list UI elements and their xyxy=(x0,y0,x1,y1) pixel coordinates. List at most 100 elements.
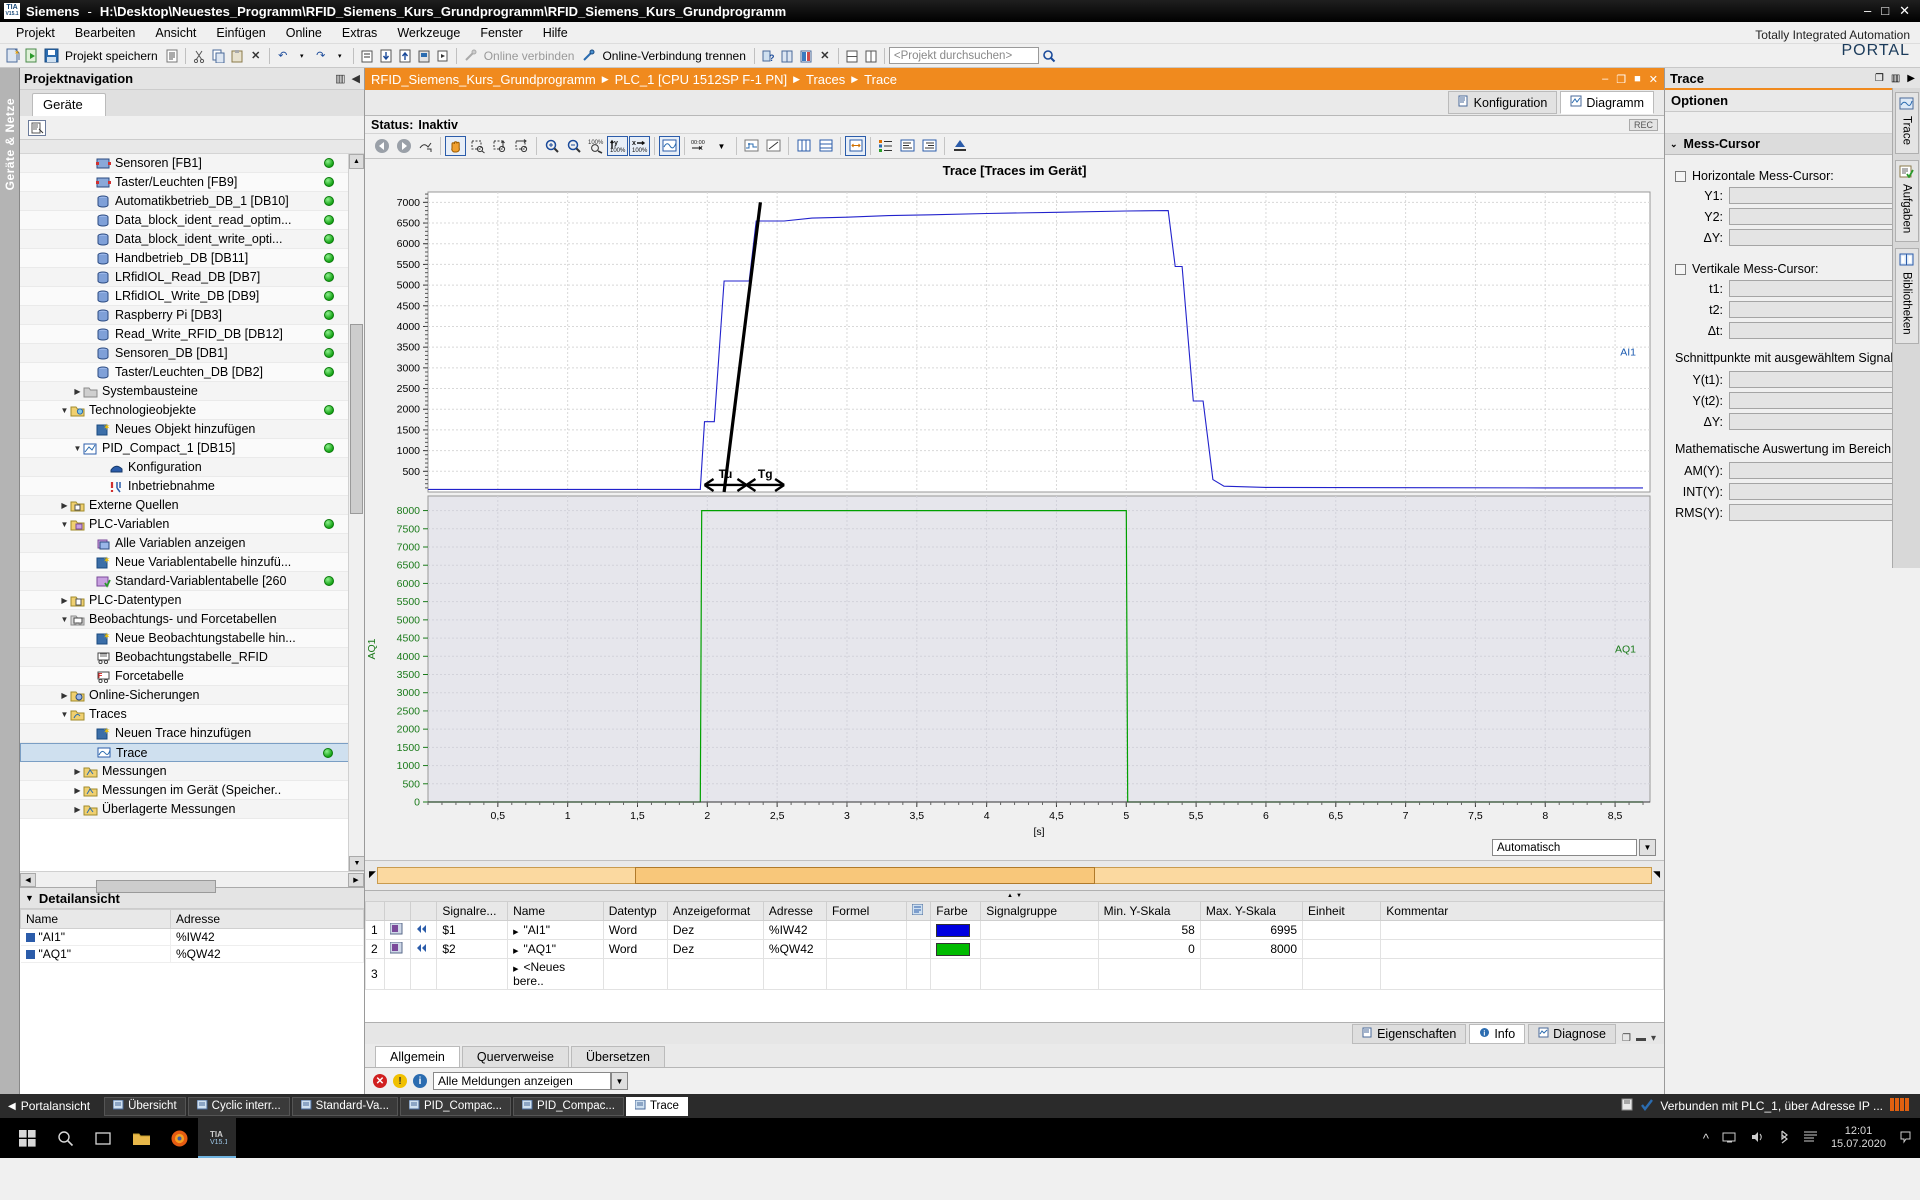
vertical-cursor-checkbox[interactable] xyxy=(1675,264,1686,275)
tree-item-neuen-trace-hinzuf-gen[interactable]: ✶Neuen Trace hinzufügen xyxy=(20,724,364,743)
search-taskbar-icon[interactable] xyxy=(46,1118,84,1158)
menu-item-extras[interactable]: Extras xyxy=(332,24,387,42)
portal-view-button[interactable]: ◀ Portalansicht xyxy=(8,1099,90,1113)
tree-item-read-write-rfid-db-db12[interactable]: Read_Write_RFID_DB [DB12] xyxy=(20,325,364,344)
vertical-cursor-field-input[interactable] xyxy=(1729,322,1912,339)
download-to-device-icon[interactable] xyxy=(377,47,395,65)
tree-item-pid-compact-1-db15[interactable]: ▼PID_Compact_1 [DB15] xyxy=(20,439,364,458)
range-handle-left-icon[interactable]: ◤ xyxy=(369,869,376,880)
splitter-up-icon[interactable]: ▲ xyxy=(1007,893,1013,899)
start-simulation-icon[interactable] xyxy=(415,47,433,65)
signal-row-color[interactable] xyxy=(931,959,981,990)
restore-panel-icon[interactable]: ❐ xyxy=(1622,1033,1631,1044)
expand-arrow-icon[interactable]: ▶ xyxy=(513,948,518,955)
tree-item-plc-datentypen[interactable]: ▶PLC-Datentypen xyxy=(20,591,364,610)
align-right-icon[interactable] xyxy=(919,136,940,156)
chevron-down-icon[interactable]: ▼ xyxy=(72,444,83,453)
subtab-uebersetzen[interactable]: Übersetzen xyxy=(571,1046,665,1067)
horizontal-cursor-field-input[interactable] xyxy=(1729,187,1912,204)
collapse-right-icon[interactable]: ▶ xyxy=(1907,73,1915,84)
time-scale-select[interactable]: Automatisch xyxy=(1492,839,1637,856)
tab-diagramm[interactable]: Diagramm xyxy=(1560,91,1654,114)
horizontal-cursor-field-input[interactable] xyxy=(1729,229,1912,246)
signal-col-min-y-skala[interactable]: Min. Y-Skala xyxy=(1098,902,1200,921)
signal-col-signalre[interactable]: Signalre... xyxy=(437,902,508,921)
tree-item-messungen[interactable]: ▶Messungen xyxy=(20,762,364,781)
project-tree-hscrollbar[interactable]: ◀ ▶ xyxy=(20,871,364,887)
zoom-in-icon[interactable] xyxy=(541,136,562,156)
menu-item-online[interactable]: Online xyxy=(276,24,332,42)
subtab-allgemein[interactable]: Allgemein xyxy=(375,1046,460,1067)
time-axis-icon[interactable]: 00:00t xyxy=(689,136,710,156)
signal-row[interactable]: 1$1▶"AI1"WordDez%IW42586995 xyxy=(366,921,1664,940)
chevron-down-icon[interactable]: ▼ xyxy=(25,893,34,903)
signal-col-icon0[interactable] xyxy=(366,902,385,921)
compile-icon[interactable] xyxy=(358,47,376,65)
tree-item-konfiguration[interactable]: Konfiguration xyxy=(20,458,364,477)
tree-item-neue-variablentabelle-hinzuf[interactable]: ✶Neue Variablentabelle hinzufü... xyxy=(20,553,364,572)
chevron-right-icon[interactable]: ▶ xyxy=(59,596,70,605)
signal-row-color[interactable] xyxy=(931,940,981,959)
tree-item-handbetrieb-db-db11[interactable]: Handbetrieb_DB [DB11] xyxy=(20,249,364,268)
vertical-cursor-row[interactable]: Vertikale Mess-Cursor: xyxy=(1675,262,1912,276)
split-panes-horizontal-icon[interactable] xyxy=(815,136,836,156)
tab-info[interactable]: i Info xyxy=(1469,1024,1525,1044)
vtab-geraete-netze[interactable]: Geräte & Netze xyxy=(3,98,17,190)
editor-task-cyclic-interr[interactable]: Cyclic interr... xyxy=(188,1097,290,1116)
time-axis-dropdown-icon[interactable]: ▼ xyxy=(711,136,732,156)
task-view-icon[interactable] xyxy=(84,1118,122,1158)
menu-item-fenster[interactable]: Fenster xyxy=(470,24,532,42)
split-panes-vertical-icon[interactable] xyxy=(793,136,814,156)
tia-portal-taskbar-icon[interactable]: TIAV15.1 xyxy=(198,1118,236,1158)
tree-item-taster-leuchten-fb9[interactable]: Taster/Leuchten [FB9] xyxy=(20,173,364,192)
signal-col-icon9[interactable] xyxy=(907,902,931,921)
menu-item-werkzeuge[interactable]: Werkzeuge xyxy=(387,24,470,42)
signal-row-color[interactable] xyxy=(931,921,981,940)
signal-col-einheit[interactable]: Einheit xyxy=(1303,902,1381,921)
signal-col-formel[interactable]: Formel xyxy=(826,902,906,921)
horizontal-cursor-row[interactable]: Horizontale Mess-Cursor: xyxy=(1675,169,1912,183)
tree-item-standard-variablentabelle-260[interactable]: Standard-Variablentabelle [260 xyxy=(20,572,364,591)
tree-item-raspberry-pi-db3[interactable]: Raspberry Pi [DB3] xyxy=(20,306,364,325)
signal-col-icon2[interactable] xyxy=(411,902,437,921)
editor-maximize-button[interactable]: ■ xyxy=(1634,73,1641,86)
tree-item-neue-beobachtungstabelle-hin[interactable]: ✶Neue Beobachtungstabelle hin... xyxy=(20,629,364,648)
signal-table-grid[interactable]: Signalre...NameDatentypAnzeigeformatAdre… xyxy=(365,901,1664,990)
signal-col-datentyp[interactable]: Datentyp xyxy=(603,902,667,921)
pin-icon[interactable]: ▥ xyxy=(335,72,345,85)
tree-item-plc-variablen[interactable]: ▼PLC-Variablen xyxy=(20,515,364,534)
chevron-right-icon[interactable]: ▶ xyxy=(72,786,83,795)
tree-item-lrfidiol-write-db-db9[interactable]: LRfidIOL_Write_DB [DB9] xyxy=(20,287,364,306)
breadcrumb-plc[interactable]: PLC_1 [CPU 1512SP F-1 PN] xyxy=(615,72,787,87)
chevron-down-icon[interactable]: ▼ xyxy=(1639,839,1656,856)
chevron-down-icon[interactable]: ▼ xyxy=(59,406,70,415)
signal-trigger-icon[interactable] xyxy=(411,921,437,940)
info-filter-icon[interactable]: i xyxy=(413,1074,427,1088)
online-disconnect-icon[interactable] xyxy=(579,47,597,65)
editor-close-button[interactable]: ✕ xyxy=(1649,73,1658,86)
tree-item-traces[interactable]: ▼Traces xyxy=(20,705,364,724)
time-scale-select-wrap[interactable]: Automatisch ▼ xyxy=(1492,839,1656,856)
editor-task-pid-compac[interactable]: PID_Compac... xyxy=(513,1097,624,1116)
taskbar-clock[interactable]: 12:01 15.07.2020 xyxy=(1831,1125,1886,1151)
signal-col-icon1[interactable] xyxy=(385,902,411,921)
mess-cursor-section-header[interactable]: ⌄ Mess-Cursor xyxy=(1665,134,1920,155)
start-button-icon[interactable] xyxy=(8,1118,46,1158)
menu-item-hilfe[interactable]: Hilfe xyxy=(533,24,578,42)
interpolation-linear-icon[interactable] xyxy=(763,136,784,156)
volume-icon[interactable] xyxy=(1750,1130,1765,1147)
breadcrumb-traces[interactable]: Traces xyxy=(806,72,845,87)
bluetooth-icon[interactable] xyxy=(1778,1130,1790,1147)
vtab-bibliotheken[interactable]: Bibliotheken xyxy=(1895,248,1919,344)
tree-item-neues-objekt-hinzuf-gen[interactable]: ✶Neues Objekt hinzufügen xyxy=(20,420,364,439)
upload-from-device-icon[interactable] xyxy=(396,47,414,65)
warning-filter-icon[interactable]: ! xyxy=(393,1074,407,1088)
math-field-input[interactable] xyxy=(1729,483,1912,500)
search-icon[interactable] xyxy=(1040,47,1058,65)
signal-table-splitter[interactable]: ▲ ▼ xyxy=(365,891,1664,901)
chevron-right-icon[interactable]: ▶ xyxy=(72,767,83,776)
copy-icon[interactable] xyxy=(209,47,227,65)
compare-blocks-icon[interactable] xyxy=(797,47,815,65)
zoom-out-icon[interactable] xyxy=(563,136,584,156)
float-panel-icon[interactable]: ❐ xyxy=(1875,73,1884,84)
